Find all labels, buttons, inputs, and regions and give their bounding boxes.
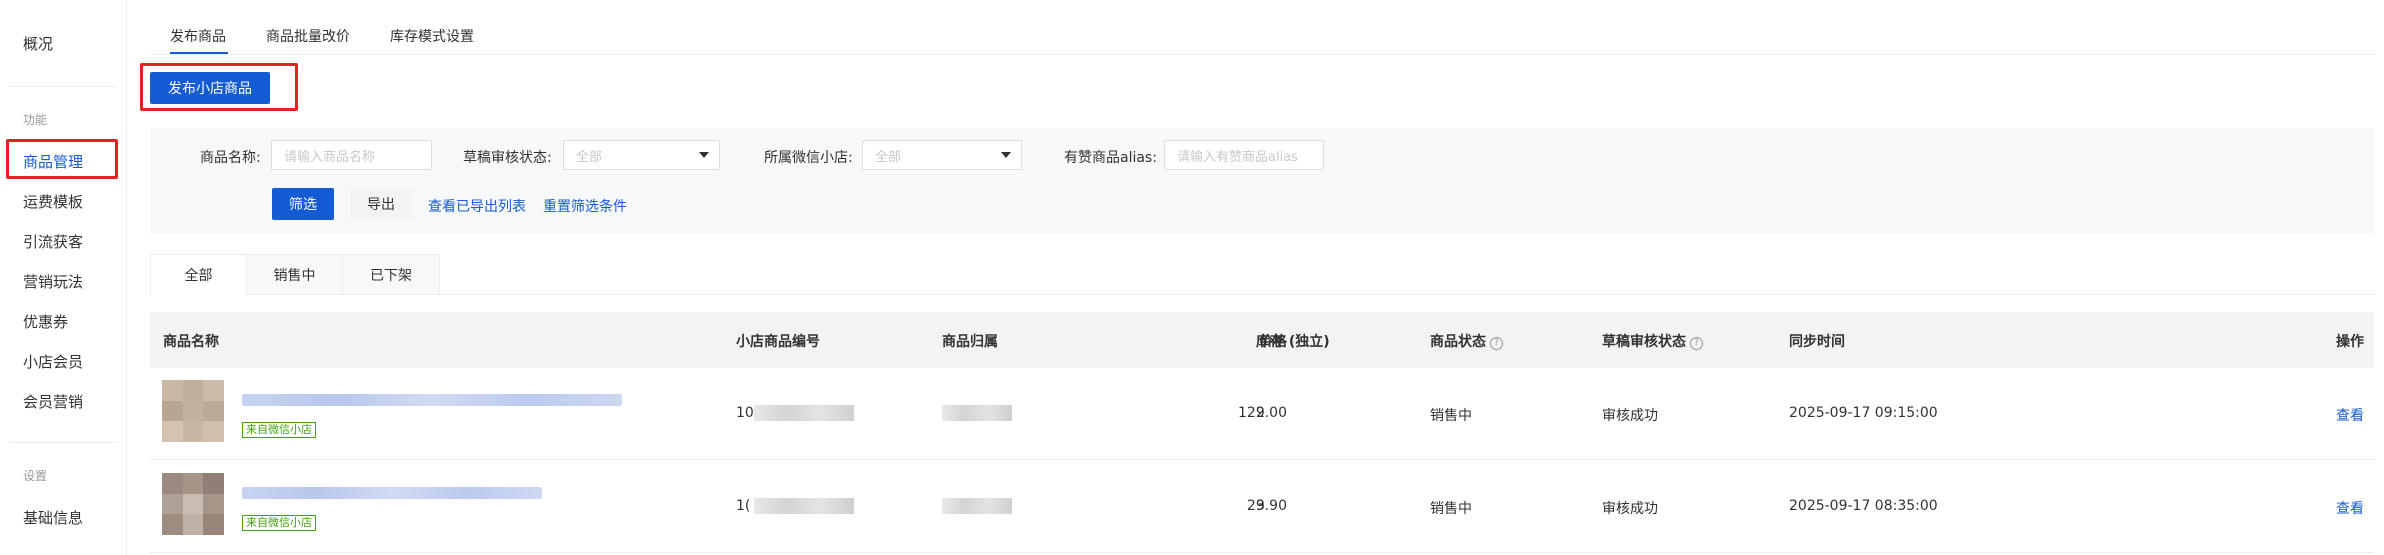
stock: 2 bbox=[1256, 405, 1265, 421]
tab-all[interactable]: 全部 bbox=[150, 254, 247, 295]
product-code-prefix: 1( bbox=[736, 498, 751, 514]
audit-status-value: 全部 bbox=[576, 149, 603, 165]
sync-time: 2025-09-17 08:35:00 bbox=[1789, 498, 1938, 514]
price: 29.90 bbox=[1246, 498, 1287, 514]
masked-code bbox=[754, 498, 854, 514]
header-audit-label: 草稿审核状态 bbox=[1602, 334, 1686, 350]
sidebar-item-coupons[interactable]: 优惠券 bbox=[23, 311, 68, 332]
chevron-down-icon bbox=[699, 152, 709, 158]
tab-batch-price[interactable]: 商品批量改价 bbox=[266, 26, 350, 46]
product-code-prefix: 10 bbox=[736, 405, 754, 421]
sidebar-item-marketing[interactable]: 营销玩法 bbox=[23, 271, 83, 292]
tab-inventory-mode[interactable]: 库存模式设置 bbox=[390, 26, 474, 46]
sidebar-item-shop-members[interactable]: 小店会员 bbox=[23, 351, 83, 372]
sidebar-divider bbox=[10, 442, 117, 443]
masked-code bbox=[754, 405, 854, 421]
tab-publish-product[interactable]: 发布商品 bbox=[170, 26, 226, 46]
audit-status-select[interactable]: 全部 bbox=[563, 140, 720, 170]
sidebar-group-function: 功能 bbox=[23, 113, 48, 127]
view-link[interactable]: 查看 bbox=[2336, 405, 2364, 425]
sidebar-divider bbox=[10, 86, 117, 87]
highlight-box-sidebar bbox=[6, 139, 118, 179]
status-tab-bar: 全部 销售中 已下架 bbox=[150, 254, 2374, 295]
product-title-blurred[interactable] bbox=[242, 487, 542, 499]
reset-filters-link[interactable]: 重置筛选条件 bbox=[543, 196, 627, 216]
header-action: 操作 bbox=[2336, 334, 2364, 350]
table-row: 来自微信小店 1( 29.90 3 销售中 审核成功 2025-09-17 08… bbox=[150, 461, 2374, 553]
filter-button[interactable]: 筛选 bbox=[272, 188, 334, 220]
stock: 3 bbox=[1256, 498, 1265, 514]
sync-time: 2025-09-17 09:15:00 bbox=[1789, 405, 1938, 421]
product-title-blurred[interactable] bbox=[242, 394, 622, 406]
header-name: 商品名称 bbox=[163, 334, 219, 350]
view-exports-link[interactable]: 查看已导出列表 bbox=[428, 196, 526, 216]
help-icon[interactable]: ? bbox=[1690, 337, 1703, 350]
header-owner: 商品归属 bbox=[942, 334, 998, 350]
audit-status-label: 草稿审核状态: bbox=[463, 150, 552, 166]
product-status: 销售中 bbox=[1430, 501, 1472, 517]
masked-owner bbox=[942, 405, 1012, 421]
product-code: 1( bbox=[736, 498, 750, 514]
source-tag: 来自微信小店 bbox=[242, 515, 316, 531]
tab-off-shelf[interactable]: 已下架 bbox=[342, 254, 440, 295]
header-status: 商品状态? bbox=[1430, 331, 1503, 351]
header-code: 小店商品编号 bbox=[736, 334, 820, 350]
export-button[interactable]: 导出 bbox=[350, 188, 412, 220]
highlight-box-publish bbox=[140, 63, 298, 111]
product-code: 10 bbox=[736, 405, 754, 421]
audit-status: 审核成功 bbox=[1602, 501, 1658, 517]
sidebar: 概况 功能 商品管理 运费模板 引流获客 营销玩法 优惠券 小店会员 会员营销 … bbox=[0, 0, 127, 555]
product-thumbnail[interactable] bbox=[162, 473, 224, 535]
header-status-label: 商品状态 bbox=[1430, 334, 1486, 350]
chevron-down-icon bbox=[1001, 152, 1011, 158]
alias-label: 有赞商品alias: bbox=[1064, 150, 1157, 166]
product-thumbnail[interactable] bbox=[162, 380, 224, 442]
product-status: 销售中 bbox=[1430, 408, 1472, 424]
product-name-input[interactable]: 请输入商品名称 bbox=[271, 140, 432, 170]
active-tab-indicator bbox=[170, 52, 228, 54]
product-name-label: 商品名称: bbox=[200, 150, 261, 166]
alias-input[interactable]: 请输入有赞商品alias bbox=[1164, 140, 1324, 170]
sidebar-item-basic-info[interactable]: 基础信息 bbox=[23, 507, 83, 528]
sidebar-item-member-marketing[interactable]: 会员营销 bbox=[23, 391, 83, 412]
masked-owner bbox=[942, 498, 1012, 514]
table-header: 商品名称 小店商品编号 商品归属 价格 库存 (独立) 商品状态? 草稿审核状态… bbox=[150, 312, 2374, 368]
wechat-shop-select[interactable]: 全部 bbox=[862, 140, 1022, 170]
table-row: 来自微信小店 10 129.00 2 销售中 审核成功 2025-09-17 0… bbox=[150, 368, 2374, 460]
help-icon[interactable]: ? bbox=[1490, 337, 1503, 350]
source-tag: 来自微信小店 bbox=[242, 422, 316, 438]
sidebar-group-settings: 设置 bbox=[23, 469, 48, 483]
header-stock: 库存 (独立) bbox=[1256, 334, 1330, 350]
audit-status: 审核成功 bbox=[1602, 408, 1658, 424]
price: 129.00 bbox=[1238, 405, 1287, 421]
sidebar-item-overview[interactable]: 概况 bbox=[23, 33, 53, 54]
header-audit: 草稿审核状态? bbox=[1602, 331, 1703, 351]
sidebar-item-shipping-template[interactable]: 运费模板 bbox=[23, 191, 83, 212]
view-link[interactable]: 查看 bbox=[2336, 498, 2364, 518]
wechat-shop-value: 全部 bbox=[875, 149, 902, 165]
top-tab-bar: 发布商品 商品批量改价 库存模式设置 bbox=[150, 0, 2374, 55]
sidebar-item-traffic[interactable]: 引流获客 bbox=[23, 231, 83, 252]
wechat-shop-label: 所属微信小店: bbox=[764, 150, 853, 166]
header-sync-time: 同步时间 bbox=[1789, 334, 1845, 350]
tab-on-sale[interactable]: 销售中 bbox=[246, 254, 343, 295]
